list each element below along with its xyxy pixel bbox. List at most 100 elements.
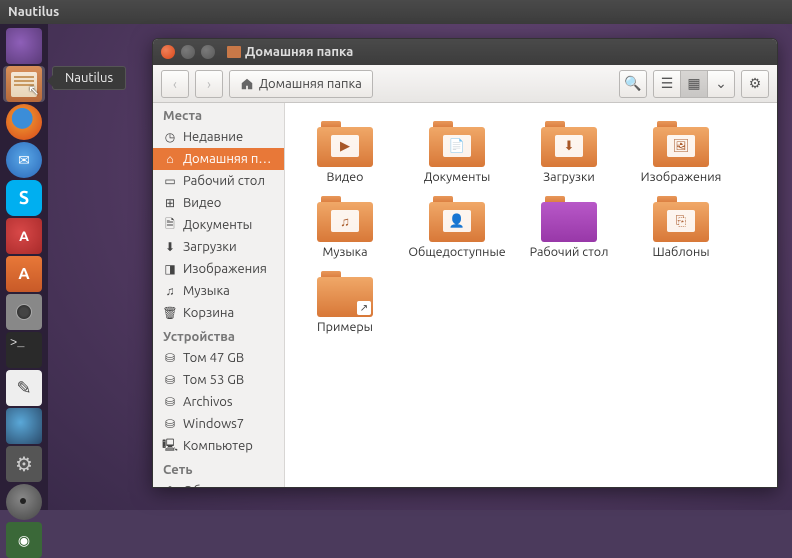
chevron-right-icon: ›	[207, 76, 211, 92]
launcher-gedit[interactable]	[3, 370, 45, 406]
sidebar-item-label: Компьютер	[183, 439, 253, 453]
sidebar-section-header: Устройства	[153, 324, 284, 347]
thunderbird-icon	[6, 142, 42, 178]
folder-label: Музыка	[322, 245, 367, 259]
launcher-green[interactable]	[3, 522, 45, 558]
top-panel: Nautilus	[0, 0, 792, 24]
launcher-disc[interactable]	[3, 484, 45, 520]
launcher-software[interactable]	[3, 256, 45, 292]
folder-item[interactable]: Примеры	[295, 267, 395, 338]
list-icon: ☰	[661, 75, 674, 92]
sidebar-item[interactable]: ⛁ Том 53 GB	[153, 369, 284, 391]
folder-icon: ▶	[317, 121, 373, 167]
folder-label: Примеры	[317, 320, 373, 334]
ubuntu-dash-icon	[6, 28, 42, 64]
sidebar-item[interactable]: ⌬Обзор сети	[153, 480, 284, 488]
folder-label: Загрузки	[543, 170, 595, 184]
launcher-skype[interactable]	[3, 180, 45, 216]
folder-item[interactable]: 🖼Изображения	[631, 117, 731, 188]
sidebar-item-label: Домашняя п…	[183, 152, 271, 166]
disc-icon	[6, 484, 42, 520]
video-icon: ⊞	[163, 196, 177, 210]
sidebar-item[interactable]: ⊞Видео	[153, 192, 284, 214]
folder-item[interactable]: Рабочий стол	[519, 192, 619, 263]
menu-button[interactable]: ⚙	[741, 70, 769, 98]
launcher-files[interactable]	[3, 66, 45, 102]
home-icon	[240, 77, 254, 91]
folder-label: Документы	[424, 170, 491, 184]
view-grid-button[interactable]: ▦	[680, 70, 708, 98]
sidebar-item[interactable]: ⬇Загрузки	[153, 236, 284, 258]
sidebar-item[interactable]: ◨Изображения	[153, 258, 284, 280]
computer-icon: 🖳	[163, 439, 177, 453]
location-breadcrumb[interactable]: Домашняя папка	[229, 70, 373, 98]
launcher-thunderbird[interactable]	[3, 142, 45, 178]
clock-icon: ◷	[163, 130, 177, 144]
doc-icon: 🗎	[163, 218, 177, 232]
folder-item[interactable]: ▶Видео	[295, 117, 395, 188]
folder-item[interactable]: ♫ Музыка	[295, 192, 395, 263]
forward-button[interactable]: ›	[195, 70, 223, 98]
download-icon: ⬇	[163, 240, 177, 254]
search-button[interactable]: 🔍	[619, 70, 647, 98]
firefox-icon	[6, 104, 42, 140]
launcher-update[interactable]	[3, 218, 45, 254]
folder-icon	[541, 196, 597, 242]
sidebar-item[interactable]: ⛁Archivos	[153, 391, 284, 413]
folder-item[interactable]: 📄 Документы	[407, 117, 507, 188]
launcher-settings[interactable]	[3, 446, 45, 482]
folder-icon: 📄	[429, 121, 485, 167]
location-label: Домашняя папка	[259, 77, 362, 91]
chevron-down-icon: ⌄	[715, 75, 727, 92]
folder-icon: ⬇	[541, 121, 597, 167]
window-close-button[interactable]	[161, 45, 175, 59]
skype-icon	[6, 180, 42, 216]
back-button[interactable]: ‹	[161, 70, 189, 98]
sidebar-item-label: Windows7	[183, 417, 244, 431]
launcher-dash[interactable]	[3, 28, 45, 64]
sidebar-item[interactable]: ◷Недавние	[153, 126, 284, 148]
folder-icon	[317, 271, 373, 317]
window-title: Домашняя папка	[227, 45, 353, 59]
hdd-icon: ⛁	[163, 373, 177, 387]
home-icon: ⌂	[163, 152, 177, 166]
window-titlebar[interactable]: Домашняя папка	[153, 39, 777, 65]
launcher-terminal[interactable]	[3, 332, 45, 368]
launcher-firefox[interactable]	[3, 104, 45, 140]
launcher-camera[interactable]	[3, 294, 45, 330]
view-mode-group: ☰ ▦ ⌄	[653, 70, 735, 98]
view-list-button[interactable]: ☰	[653, 70, 681, 98]
desktop-icon: ▭	[163, 174, 177, 188]
sidebar-item-label: Рабочий стол	[183, 174, 265, 188]
image-icon: ◨	[163, 262, 177, 276]
sidebar-item[interactable]: ▭ Рабочий стол	[153, 170, 284, 192]
sidebar-item[interactable]: ⛁ Windows7	[153, 413, 284, 435]
folder-label: Общедоступные	[408, 245, 505, 259]
hdd-icon: ⛁	[163, 417, 177, 431]
launcher-tool[interactable]	[3, 408, 45, 444]
places-sidebar: Места◷Недавние⌂Домашняя п…▭Рабочий стол⊞…	[153, 103, 285, 488]
sidebar-item[interactable]: ⛁Том 47 GB	[153, 347, 284, 369]
trash-icon: 🗑	[163, 306, 177, 320]
sidebar-item[interactable]: 🖳 Компьютер	[153, 435, 284, 457]
folder-item[interactable]: ⎘ Шаблоны	[631, 192, 731, 263]
folder-item[interactable]: 👤Общедоступные	[407, 192, 507, 263]
sidebar-item-label: Том 53 GB	[183, 373, 244, 387]
sidebar-item-label: Archivos	[183, 395, 233, 409]
window-minimize-button[interactable]	[181, 45, 195, 59]
sidebar-item[interactable]: 🗑Корзина	[153, 302, 284, 324]
view-dropdown-button[interactable]: ⌄	[707, 70, 735, 98]
folder-icon: ♫	[317, 196, 373, 242]
green-app-icon	[6, 522, 42, 558]
nautilus-window: Домашняя папка ‹ › Домашняя папка 🔍 ☰ ▦ …	[152, 38, 778, 488]
folder-label: Шаблоны	[652, 245, 709, 259]
settings-icon	[6, 446, 42, 482]
folder-label: Изображения	[641, 170, 722, 184]
sidebar-item[interactable]: 🗎Документы	[153, 214, 284, 236]
folder-view[interactable]: ▶Видео 📄 Документы ⬇ Загрузки 🖼Изображения ♫ Му…	[285, 103, 777, 488]
sidebar-item[interactable]: ⌂ Домашняя п…	[153, 148, 284, 170]
folder-icon: ⎘	[653, 196, 709, 242]
sidebar-item[interactable]: ♫Музыка	[153, 280, 284, 302]
folder-item[interactable]: ⬇ Загрузки	[519, 117, 619, 188]
window-maximize-button[interactable]	[201, 45, 215, 59]
